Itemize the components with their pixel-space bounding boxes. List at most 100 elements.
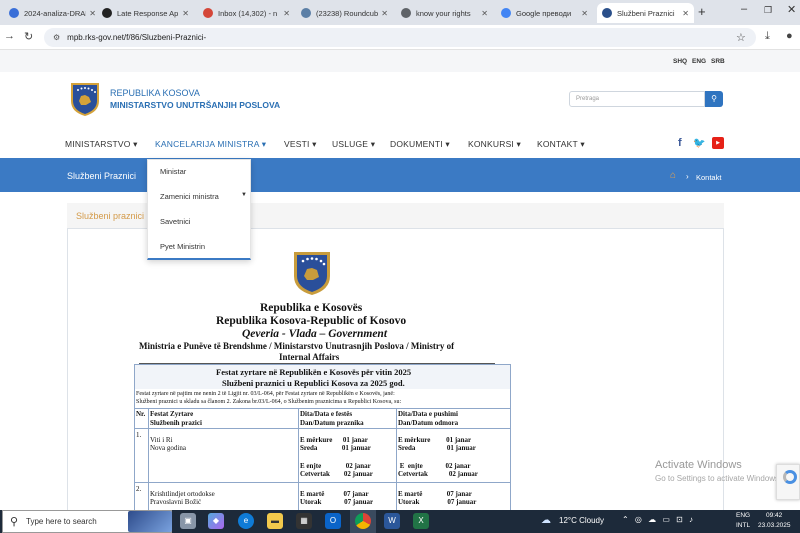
input-layout[interactable]: INTL (736, 522, 750, 529)
chrome-icon[interactable] (355, 513, 371, 529)
input-language[interactable]: ENG (736, 512, 750, 519)
home-icon[interactable]: ⌂ (670, 170, 676, 181)
col-header-rest-sr: Dan/Datum odmora (398, 419, 459, 427)
submenu-caret-icon: ▼ (241, 192, 247, 198)
row-1-holiday-sq: Viti i Ri (150, 436, 173, 444)
browser-tab[interactable]: know your rights ✕ (396, 3, 493, 23)
clock-date[interactable]: 23.03.2025 (758, 522, 791, 529)
activate-windows-subtext: Go to Settings to activate Windows. (655, 474, 782, 483)
tab-favicon-icon (102, 8, 112, 18)
download-icon[interactable]: ⤓ (765, 30, 770, 43)
site-search-input[interactable]: Pretraga (569, 91, 705, 107)
browser-tab[interactable]: 2024-analiza-DRAFT✕ (4, 3, 101, 23)
menu-dokumenti[interactable]: DOKUMENTI ▾ (390, 139, 450, 150)
tab-favicon-icon (203, 8, 213, 18)
row-1-rest: E enjte 02 janar (398, 462, 471, 470)
menu-konkursi[interactable]: KONKURSI ▾ (468, 139, 521, 150)
table-col-divider (148, 408, 149, 514)
table-col-divider (298, 408, 299, 514)
address-bar[interactable]: ⚙ mpb.rks-gov.net/f/86/Sluzbeni-Praznici… (44, 28, 756, 47)
outlook-icon[interactable]: O (325, 513, 341, 529)
browser-tab[interactable]: Inbox (14,302) - n ✕ (198, 3, 295, 23)
tab-close-icon[interactable]: ✕ (283, 9, 290, 18)
copilot-icon[interactable]: ◆ (208, 513, 224, 529)
row-2-number: 2. (136, 485, 142, 493)
lang-srb-link[interactable]: SRB (711, 58, 725, 65)
word-icon[interactable]: W (384, 513, 400, 529)
tab-title: Inbox (14,302) - n (218, 8, 278, 18)
doc-heading-2: Republika Kosova-Republic of Kosovo (216, 315, 407, 327)
tab-close-icon[interactable]: ✕ (682, 9, 689, 18)
forward-icon[interactable]: → (4, 30, 15, 42)
dropdown-item-pyet-ministrin[interactable]: Pyet Ministrin (160, 242, 205, 251)
facebook-icon[interactable]: f (678, 137, 682, 149)
youtube-icon[interactable]: ▶ (712, 137, 724, 149)
taskbar-search-placeholder: Type here to search (26, 517, 97, 526)
lang-shq-link[interactable]: SHQ (673, 58, 687, 65)
doc-heading-5: Internal Affairs (279, 352, 340, 362)
profile-icon[interactable]: ● (786, 30, 793, 42)
task-view-icon[interactable]: ▣ (180, 513, 196, 529)
clock-time[interactable]: 09:42 (766, 512, 782, 519)
menu-kancelarija-ministra[interactable]: KANCELARIJA MINISTRA ▾ (155, 139, 266, 150)
restore-button[interactable]: ❐ (764, 5, 772, 16)
search-button[interactable]: ⚲ (705, 91, 723, 107)
menu-kontakt[interactable]: KONTAKT ▾ (537, 139, 585, 150)
page-title: Službeni Praznici (67, 171, 137, 181)
twitter-icon[interactable]: 🐦 (693, 138, 705, 149)
table-intro-2: Službeni praznici u skladu sa članom 2. … (136, 399, 402, 405)
menu-vesti[interactable]: VESTI ▾ (284, 139, 317, 150)
col-header-rest-sq: Dita/Data e pushimi (398, 410, 458, 418)
new-tab-button[interactable]: + (698, 4, 706, 19)
tab-favicon-icon (501, 8, 511, 18)
col-header-date-sq: Dita/Data e festës (300, 410, 353, 418)
breadcrumb-kontakt[interactable]: Kontakt (696, 173, 721, 182)
panel-title: Službeni praznici (76, 211, 145, 221)
menu-usluge[interactable]: USLUGE ▾ (332, 139, 375, 150)
tab-title: (23238) Roundcub (316, 8, 379, 18)
browser-tab[interactable]: (23238) Roundcub ✕ (296, 3, 393, 23)
search-highlight-image[interactable] (128, 511, 172, 532)
col-header-date-sr: Dan/Datum praznika (300, 419, 364, 427)
browser-tab[interactable]: Google преводи ✕ (496, 3, 593, 23)
edge-icon[interactable]: e (238, 513, 254, 529)
row-1-holiday-sr: Nova godina (150, 444, 186, 452)
row-1-date: E mërkure 01 janar (300, 436, 368, 444)
browser-tab[interactable]: Late Response Ap ✕ (97, 3, 194, 23)
row-1-rest: Cetvertak 02 januar (398, 470, 478, 478)
dropdown-item-ministar[interactable]: Ministar (160, 167, 186, 176)
weather-widget[interactable]: 12°C Cloudy (559, 516, 604, 525)
tab-favicon-icon (9, 8, 19, 18)
dropdown-item-zamenici-ministra[interactable]: Zamenici ministra (160, 192, 219, 201)
site-info-icon[interactable]: ⚙ (53, 33, 60, 42)
kosovo-coat-of-arms-logo[interactable] (69, 81, 101, 117)
system-tray-icons[interactable]: ⌃ ◎ ☁ ▭ ⊡ ♪ (622, 515, 695, 524)
tab-favicon-icon (401, 8, 411, 18)
table-col-divider (396, 408, 397, 514)
excel-icon[interactable]: X (413, 513, 429, 529)
ministry-name: MINISTARSTVO UNUTRŠANJIH POSLOVA (110, 100, 281, 110)
reload-icon[interactable]: ↻ (24, 30, 33, 43)
tab-close-icon[interactable]: ✕ (182, 9, 189, 18)
tab-close-icon[interactable]: ✕ (89, 9, 96, 18)
minimize-button[interactable]: – (741, 3, 747, 15)
recaptcha-badge[interactable] (776, 464, 800, 500)
col-header-holiday-sq: Festat Zyrtare (150, 410, 194, 418)
row-2-holiday-sq: Krishtlindjet ortodokse (150, 490, 215, 498)
menu-ministarstvo[interactable]: MINISTARSTVO ▾ (65, 139, 138, 150)
store-icon[interactable]: ▦ (296, 513, 312, 529)
row-1-rest: E mërkure 01 janar (398, 436, 472, 444)
row-2-rest: Utorak 07 januar (398, 498, 477, 506)
browser-tab[interactable]: Službeni Praznici ✕ (597, 3, 694, 23)
kosovo-emblem-image (294, 252, 330, 295)
window-close-button[interactable]: ✕ (787, 3, 796, 16)
bookmark-star-icon[interactable]: ☆ (736, 31, 746, 44)
tab-close-icon[interactable]: ✕ (381, 9, 388, 18)
file-explorer-icon[interactable]: ▬ (267, 513, 283, 529)
dropdown-item-savetnici[interactable]: Savetnici (160, 217, 190, 226)
tab-close-icon[interactable]: ✕ (481, 9, 488, 18)
search-icon: ⚲ (711, 94, 717, 103)
tab-title: 2024-analiza-DRAFT (24, 8, 86, 18)
lang-eng-link[interactable]: ENG (692, 58, 706, 65)
tab-close-icon[interactable]: ✕ (581, 9, 588, 18)
